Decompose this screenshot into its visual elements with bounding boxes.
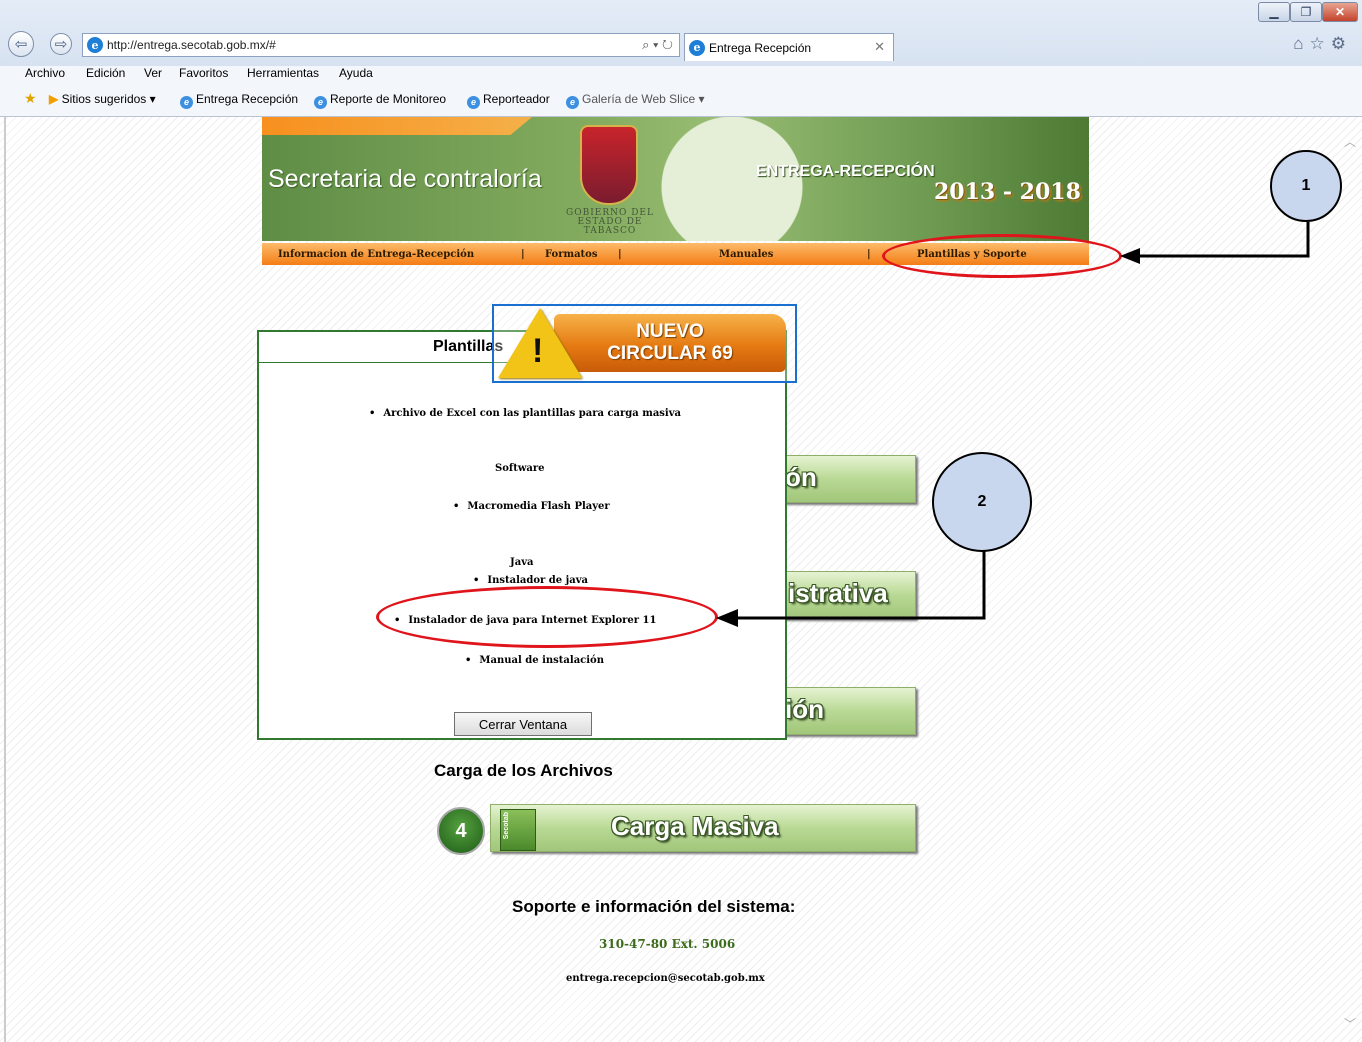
callout-arrow-2	[716, 551, 986, 627]
secotab-logo-icon: Secotab	[500, 809, 536, 851]
tab-ie-icon: e	[689, 39, 705, 56]
restore-button[interactable]: ❐	[1290, 2, 1322, 22]
page-content: ︿ ﹀ Secretaria de contraloría GOBIERNO D…	[0, 117, 1362, 1042]
banner-orange-strip	[262, 117, 532, 135]
fav-sitios-sugeridos[interactable]: ▶ Sitios sugeridos ▾	[49, 92, 156, 106]
program-title: ENTREGA-RECEPCIÓN	[756, 163, 935, 180]
fav-ie-icon: e	[314, 96, 327, 109]
notice-line-2: CIRCULAR 69	[607, 343, 733, 364]
back-button[interactable]: ⇦	[8, 31, 34, 57]
nav-formatos[interactable]: Formatos	[545, 249, 597, 260]
java-installer-label: Instalador de java	[487, 575, 588, 586]
bullet: •	[473, 575, 480, 586]
address-text: http://entrega.secotab.gob.mx/#	[107, 38, 276, 52]
menu-ayuda[interactable]: Ayuda	[339, 66, 373, 80]
secotab-logo-text: Secotab	[503, 812, 510, 840]
forward-button[interactable]: ⇨	[50, 33, 72, 55]
install-manual-label: Manual de instalación	[479, 655, 604, 666]
ie-logo-icon: e	[87, 37, 103, 53]
fav-reporteador-label: Reporteador	[483, 92, 550, 106]
notice-banner: NUEVO CIRCULAR 69	[554, 314, 786, 372]
banner-image: Secretaria de contraloría GOBIERNO DEL E…	[262, 117, 1089, 241]
fav-sitios-label: Sitios sugeridos ▾	[61, 92, 156, 106]
excel-templates-link[interactable]: • Archivo de Excel con las plantillas par…	[369, 408, 681, 419]
flash-player-label: Macromedia Flash Player	[467, 501, 610, 512]
home-icon[interactable]: ⌂	[1293, 34, 1309, 53]
fav-entrega-label: Entrega Recepción	[196, 92, 299, 106]
banner-title: Secretaria de contraloría	[268, 165, 542, 193]
nav-manuales[interactable]: Manuales	[719, 249, 773, 260]
menu-button-1-label: ón	[785, 462, 817, 492]
menu-edicion[interactable]: Edición	[86, 66, 125, 80]
scroll-down-icon[interactable]: ﹀	[1344, 1015, 1356, 1032]
highlight-ellipse-plantillas	[882, 234, 1122, 278]
tab-close-icon[interactable]: ✕	[874, 39, 885, 55]
minimize-button[interactable]: ▁	[1258, 2, 1290, 22]
back-arrow-icon: ⇦	[14, 36, 28, 53]
soporte-heading: Soporte e información del sistema:	[512, 897, 796, 916]
fav-entrega-recepcion[interactable]: e Entrega Recepción	[180, 92, 298, 109]
flash-player-link[interactable]: • Macromedia Flash Player	[453, 501, 610, 512]
browser-toolbar-icons[interactable]: ⌂☆⚙	[1293, 34, 1352, 54]
favorites-star-add-icon[interactable]: ★	[24, 90, 37, 107]
software-heading: Software	[495, 463, 545, 474]
menu-ver[interactable]: Ver	[144, 66, 162, 80]
install-manual-link[interactable]: • Manual de instalación	[465, 655, 604, 666]
favorites-star-icon[interactable]: ☆	[1310, 34, 1331, 53]
menu-archivo[interactable]: Archivo	[25, 66, 65, 80]
browser-chrome: ▁ ❐ ✕ ⇦ ⇨ e http://entrega.secotab.gob.m…	[0, 0, 1362, 117]
nav-separator: |	[521, 249, 525, 260]
bullet: •	[369, 408, 376, 419]
notice-line-1: NUEVO	[636, 321, 704, 342]
tab-title: Entrega Recepción	[709, 40, 812, 55]
java-heading: Java	[510, 557, 534, 568]
callout-badge-2: 2	[932, 452, 1032, 552]
nuevo-circular-notice[interactable]: NUEVO CIRCULAR 69 !	[492, 304, 797, 383]
fav-ie-icon: e	[180, 96, 193, 109]
callout-badge-1: 1	[1270, 150, 1342, 222]
tabasco-seal-icon	[580, 125, 638, 205]
excel-templates-label: Archivo de Excel con las plantillas para…	[383, 408, 682, 419]
fav-web-slice[interactable]: e Galería de Web Slice ▾	[566, 92, 705, 109]
tab-entrega-recepcion[interactable]: e Entrega Recepción ✕	[684, 33, 894, 61]
warning-exclamation-icon: !	[532, 332, 544, 370]
step-4-badge: 4	[437, 807, 485, 855]
menu-button-3-label: ión	[785, 694, 824, 724]
callout-arrow-1	[1120, 222, 1310, 264]
java-installer-link[interactable]: • Instalador de java	[473, 575, 588, 586]
fav-reporte-monitoreo[interactable]: e Reporte de Monitoreo	[314, 92, 446, 109]
bullet: •	[465, 655, 472, 666]
fav-reporte-label: Reporte de Monitoreo	[330, 92, 447, 106]
carga-masiva-button[interactable]: Carga Masiva	[490, 804, 916, 852]
fav-ie-icon: e	[566, 96, 579, 109]
close-popup-button[interactable]: Cerrar Ventana	[454, 712, 592, 736]
left-border	[4, 117, 6, 1042]
fav-reporteador[interactable]: e Reporteador	[467, 92, 550, 109]
gear-icon[interactable]: ⚙	[1331, 34, 1352, 53]
fav-ie-icon: e	[467, 96, 480, 109]
fav-web-slice-label: Galería de Web Slice ▾	[582, 92, 705, 106]
plantillas-popup: Plantillas • Archivo de Excel con las pla…	[257, 330, 787, 740]
highlight-ellipse-java-ie11	[376, 586, 718, 648]
menu-herramientas[interactable]: Herramientas	[247, 66, 319, 80]
close-window-button[interactable]: ✕	[1322, 2, 1358, 22]
nav-informacion[interactable]: Informacion de Entrega-Recepción	[278, 249, 474, 260]
nav-separator: |	[867, 249, 871, 260]
support-email[interactable]: entrega.recepcion@secotab.gob.mx	[566, 973, 765, 984]
scroll-up-icon[interactable]: ︿	[1344, 133, 1356, 150]
carga-heading: Carga de los Archivos	[434, 761, 613, 780]
nav-separator: |	[618, 249, 622, 260]
menu-favoritos[interactable]: Favoritos	[179, 66, 228, 80]
address-bar[interactable]: e http://entrega.secotab.gob.mx/# ⌕ ▾ ↻	[82, 33, 680, 57]
bullet: •	[453, 501, 460, 512]
forward-arrow-icon: ⇨	[54, 36, 68, 53]
menu-bar: Archivo Edición Ver Favoritos Herramient…	[0, 64, 1362, 86]
search-refresh-icons[interactable]: ⌕ ▾ ↻	[642, 37, 673, 53]
program-years: 2013 - 2018	[934, 179, 1081, 205]
carga-masiva-label: Carga Masiva	[611, 811, 779, 841]
support-phone: 310-47-80 Ext. 5006	[599, 937, 736, 951]
seal-caption: GOBIERNO DEL ESTADO DE TABASCO	[566, 208, 654, 236]
favorites-bar: ★ ▶ Sitios sugeridos ▾ e Entrega Recepció…	[0, 88, 1362, 112]
